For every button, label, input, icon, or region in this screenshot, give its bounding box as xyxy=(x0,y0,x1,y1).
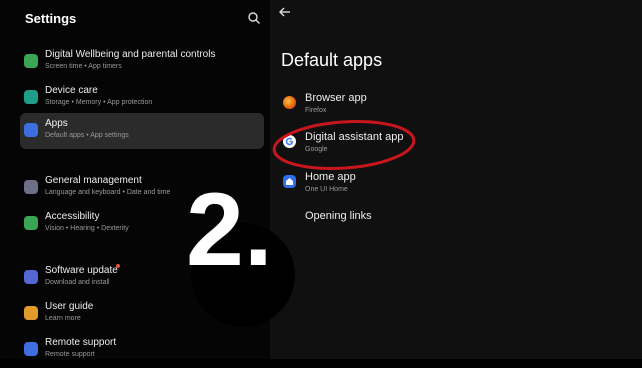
item-label: User guide xyxy=(45,301,94,312)
item-label: Accessibility xyxy=(45,211,100,222)
app-subtitle: One UI Home xyxy=(305,186,348,193)
item-subtitle: Screen time • App timers xyxy=(45,63,122,70)
item-label: Remote support xyxy=(45,337,117,348)
item-subtitle: Storage • Memory • App protection xyxy=(45,99,153,106)
page-title: Default apps xyxy=(281,50,383,70)
device-care-icon xyxy=(24,90,38,104)
back-arrow-icon[interactable] xyxy=(278,5,292,19)
item-subtitle: Language and keyboard • Date and time xyxy=(45,189,171,196)
app-label: Home app xyxy=(305,171,356,183)
item-subtitle: Vision • Hearing • Dexterity xyxy=(45,225,129,232)
accessibility-icon xyxy=(24,216,38,230)
firefox-icon xyxy=(283,96,296,109)
app-subtitle: Google xyxy=(305,146,328,153)
item-label: Device care xyxy=(45,85,98,96)
user-guide-icon xyxy=(24,306,38,320)
app-label: Browser app xyxy=(305,92,367,104)
apps-icon xyxy=(24,123,38,137)
app-subtitle: Firefox xyxy=(305,107,327,114)
remote-support-icon xyxy=(24,342,38,356)
settings-item-device-care[interactable]: Device care Storage • Memory • App prote… xyxy=(20,80,264,116)
update-badge xyxy=(116,264,120,268)
item-subtitle: Download and install xyxy=(45,279,110,286)
sliders-icon xyxy=(24,180,38,194)
item-subtitle: Default apps • App settings xyxy=(45,132,129,139)
step-number: 2. xyxy=(186,172,273,288)
wellbeing-icon xyxy=(24,54,38,68)
settings-item-user-guide[interactable]: User guide Learn more xyxy=(20,296,264,332)
item-label: Digital Wellbeing and parental controls xyxy=(45,49,216,60)
app-label: Digital assistant app xyxy=(305,131,404,143)
settings-title: Settings xyxy=(25,11,77,26)
item-label: Apps xyxy=(45,118,68,129)
item-label: General management xyxy=(45,175,142,186)
google-icon xyxy=(283,135,296,148)
settings-item-apps[interactable]: Apps Default apps • App settings xyxy=(20,113,264,149)
item-label: Software update xyxy=(45,265,118,276)
search-icon[interactable] xyxy=(247,11,261,25)
home-icon xyxy=(283,175,296,188)
item-subtitle: Learn more xyxy=(45,315,81,322)
settings-item-remote-support[interactable]: Remote support Remote support xyxy=(20,332,264,368)
item-subtitle: Remote support xyxy=(45,351,95,358)
software-update-icon xyxy=(24,270,38,284)
app-label: Opening links xyxy=(305,210,372,222)
settings-item-digital-wellbeing[interactable]: Digital Wellbeing and parental controls … xyxy=(20,44,264,80)
